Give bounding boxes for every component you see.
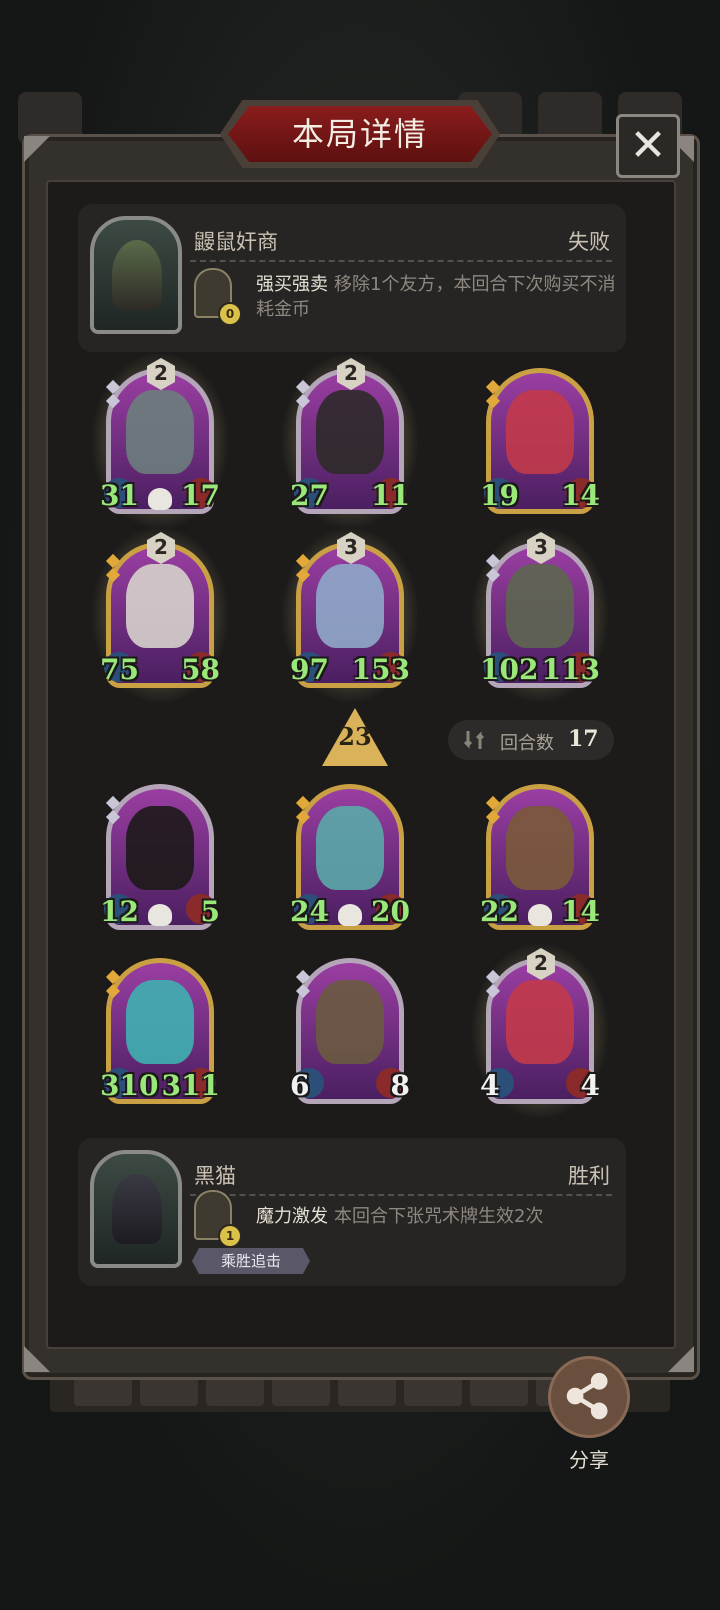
skill-name: 强买强卖 — [256, 274, 328, 295]
level-value: 23 — [338, 722, 372, 751]
card-art — [126, 806, 194, 890]
card-health: 5 — [200, 895, 220, 928]
opponent-card[interactable]: 2 31 17 — [92, 354, 228, 528]
player-card[interactable]: 244 — [472, 944, 608, 1118]
skull-icon — [528, 904, 552, 926]
card-attack: 102 — [480, 653, 539, 686]
card-attack: 19 — [480, 479, 519, 512]
card-attack: 12 — [100, 895, 139, 928]
card-attack: 75 — [100, 653, 139, 686]
share-button[interactable] — [548, 1356, 630, 1438]
card-art — [126, 564, 194, 648]
player-panel: 黑猫 胜利 1 魔力激发 本回合下张咒术牌生效2次 乘胜追击 — [78, 1138, 626, 1286]
opponent-card[interactable]: 2 27 11 — [282, 354, 418, 528]
divider — [190, 1194, 612, 1196]
status-tag: 乘胜追击 — [192, 1248, 310, 1274]
skill-desc: 本回合下张咒术牌生效2次 — [334, 1206, 544, 1227]
card-health: 11 — [371, 479, 410, 512]
card-attack: 22 — [480, 895, 519, 928]
player-card[interactable]: 22 14 — [480, 778, 600, 936]
divider — [190, 260, 612, 262]
skull-icon — [148, 904, 172, 926]
opponent-card[interactable]: 3 102 113 — [472, 528, 608, 702]
player-name: 黑猫 — [194, 1164, 236, 1188]
card-health: 311 — [161, 1069, 220, 1102]
round-value: 17 — [568, 726, 599, 752]
player-card[interactable]: 310 311 — [100, 952, 220, 1110]
card-health: 58 — [181, 653, 220, 686]
card-attack: 310 — [100, 1069, 159, 1102]
opponent-card[interactable]: 3 97 153 — [282, 528, 418, 702]
player-result: 胜利 — [568, 1164, 610, 1188]
share-label: 分享 — [569, 1448, 609, 1472]
player-card[interactable]: 24 20 — [290, 778, 410, 936]
card-art — [126, 980, 194, 1064]
opponent-panel: 鼹鼠奸商 失败 0 强买强卖 移除1个友方，本回合下次购买不消耗金币 — [78, 204, 626, 352]
opponent-card[interactable]: 2 75 58 — [92, 528, 228, 702]
card-health: 4 — [580, 1069, 600, 1102]
card-art — [506, 980, 574, 1064]
close-icon: ✕ — [629, 120, 667, 171]
close-button[interactable]: ✕ — [616, 114, 680, 178]
share-icon — [566, 1372, 608, 1420]
skill-description: 强买强卖 移除1个友方，本回合下次购买不消耗金币 — [256, 272, 616, 322]
skull-icon — [148, 488, 172, 510]
card-health: 8 — [390, 1069, 410, 1102]
card-art — [316, 806, 384, 890]
card-art — [316, 980, 384, 1064]
skill-name: 魔力激发 — [256, 1206, 328, 1227]
card-health: 113 — [541, 653, 600, 686]
card-art — [506, 564, 574, 648]
swap-icon — [463, 731, 485, 749]
player-avatar — [90, 1150, 182, 1268]
card-health: 17 — [181, 479, 220, 512]
dialog-title: 本局详情 — [291, 115, 428, 153]
card-health: 14 — [561, 895, 600, 928]
player-card[interactable]: 12 5 — [100, 778, 220, 936]
round-label: 回合数 — [500, 733, 554, 754]
card-attack: 27 — [290, 479, 329, 512]
card-health: 20 — [371, 895, 410, 928]
card-art — [316, 390, 384, 474]
card-attack: 6 — [290, 1069, 310, 1102]
card-attack: 4 — [480, 1069, 500, 1102]
card-health: 14 — [561, 479, 600, 512]
card-health: 153 — [351, 653, 410, 686]
card-attack: 24 — [290, 895, 329, 928]
card-art — [126, 390, 194, 474]
opponent-name: 鼹鼠奸商 — [194, 230, 278, 254]
card-attack: 97 — [290, 653, 329, 686]
card-attack: 31 — [100, 479, 139, 512]
card-art — [506, 806, 574, 890]
card-art — [316, 564, 384, 648]
opponent-result: 失败 — [568, 230, 610, 254]
skull-icon — [338, 904, 362, 926]
opponent-card[interactable]: 19 14 — [480, 362, 600, 520]
skill-description: 魔力激发 本回合下张咒术牌生效2次 — [256, 1204, 616, 1229]
skill-count-badge: 0 — [218, 302, 242, 326]
opponent-avatar — [90, 216, 182, 334]
round-counter: 回合数 17 — [448, 720, 614, 760]
skill-count-badge: 1 — [218, 1224, 242, 1248]
card-art — [506, 390, 574, 474]
player-card[interactable]: 68 — [290, 952, 410, 1110]
